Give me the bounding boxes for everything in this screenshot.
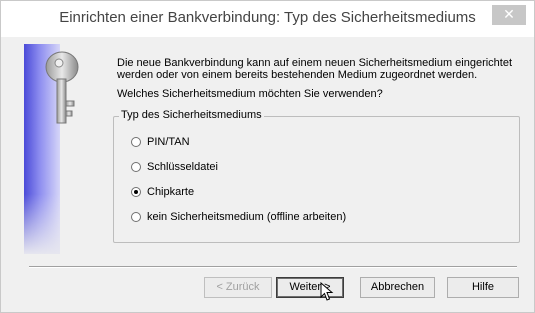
intro-text: Die neue Bankverbindung kann auf einem n… (117, 57, 513, 81)
radio-button[interactable] (131, 137, 141, 147)
radio-label: kein Sicherheitsmedium (offline arbeiten… (147, 211, 347, 223)
key-icon (45, 51, 79, 124)
groupbox-legend: Typ des Sicherheitsmediums (119, 109, 264, 121)
radio-label: Chipkarte (147, 186, 195, 198)
question-text: Welches Sicherheitsmedium möchten Sie ve… (117, 88, 383, 100)
radio-button-selected[interactable] (131, 187, 141, 197)
radio-label: PIN/TAN (147, 136, 190, 148)
radio-button[interactable] (131, 212, 141, 222)
close-icon: ✕ (503, 6, 515, 22)
radio-button[interactable] (131, 162, 141, 172)
mouse-pointer-icon (320, 282, 334, 301)
cancel-button[interactable]: Abbrechen (360, 277, 435, 298)
window-title: Einrichten einer Bankverbindung: Typ des… (59, 9, 476, 26)
button-separator (29, 266, 517, 268)
title-bar: Einrichten einer Bankverbindung: Typ des… (1, 1, 534, 37)
back-button[interactable]: < Zurück (204, 277, 272, 298)
radio-label: Schlüsseldatei (147, 161, 218, 173)
close-button[interactable]: ✕ (492, 5, 526, 25)
help-button[interactable]: Hilfe (447, 277, 519, 298)
